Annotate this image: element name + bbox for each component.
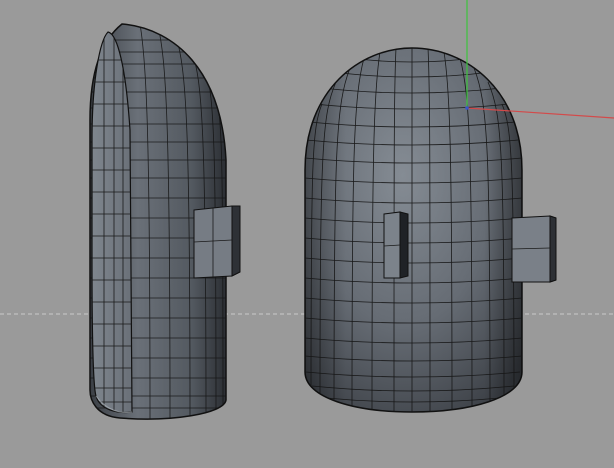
left-box-attachment[interactable] bbox=[193, 205, 241, 279]
capsule-side-box[interactable] bbox=[511, 215, 557, 283]
viewport-canvas[interactable] bbox=[0, 0, 614, 468]
capsule-mesh[interactable] bbox=[300, 40, 557, 420]
half-capsule-mesh[interactable] bbox=[89, 23, 241, 420]
3d-viewport[interactable] bbox=[0, 0, 614, 468]
axis-origin-icon bbox=[465, 106, 469, 110]
capsule-center-box[interactable] bbox=[383, 211, 409, 279]
